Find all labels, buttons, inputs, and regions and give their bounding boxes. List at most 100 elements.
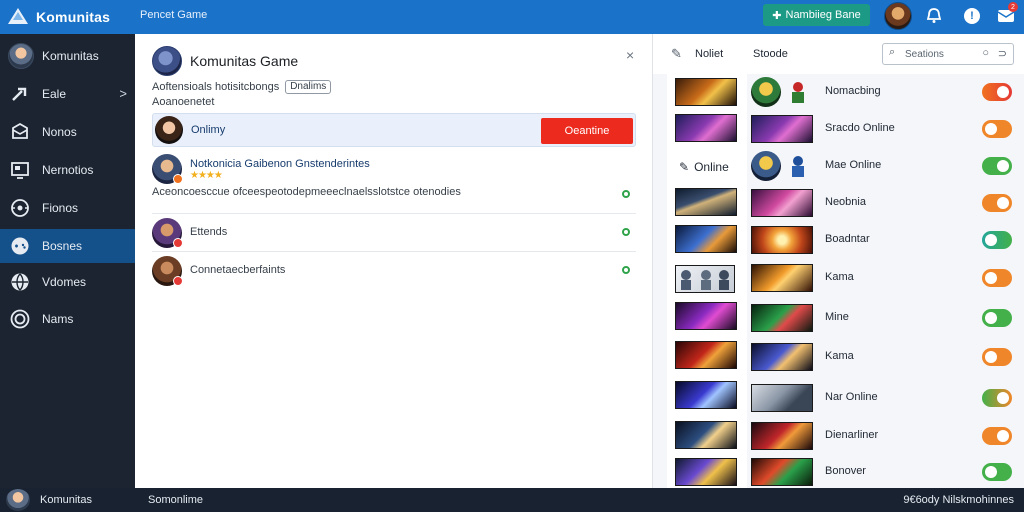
toggle-switch[interactable] [982,309,1012,327]
list-item[interactable]: Kama [749,260,1024,296]
list-item[interactable]: Sracdo Online [749,111,1024,147]
sidebar-item-nams[interactable]: Nams [0,302,135,336]
toggle-knob [997,430,1009,442]
list-item[interactable]: Mine [749,300,1024,336]
feed-item[interactable]: Connetaecberfaints [152,254,636,290]
sidebar-item-vdomes[interactable]: Vdomes [0,265,135,299]
toggle-switch[interactable] [982,120,1012,138]
right-panel-header: ✎ Noliet Stoode ⌕ Seations ○ ⊃ [653,34,1024,74]
sidebar-item-nonos[interactable]: Nonos [0,115,135,149]
sidebar-item-nernotios[interactable]: Nernotios [0,153,135,187]
feed-item[interactable]: Notkonicia Gaibenon Gnstenderintes ★★★★ … [152,152,636,214]
rating-stars: ★★★★ [190,170,223,181]
description-sub: Aoanoenetet [152,96,215,108]
app-title: Komunitas [36,9,111,25]
game-thumbnail[interactable] [675,421,737,449]
info-icon[interactable]: ! [962,6,982,26]
game-thumbnail[interactable] [675,458,737,486]
sidebar-item-fionos[interactable]: Fionos [0,191,135,225]
feed-item[interactable]: Ettends [152,216,636,252]
list-item-label: Mae Online [825,159,882,171]
list-item-label: Nomacbing [825,85,881,97]
sidebar-item-komunitas[interactable]: Komunitas [0,39,135,73]
toggle-switch[interactable] [982,389,1012,407]
list-item-label: Sracdo Online [825,122,895,134]
status-user[interactable]: Komunitas [6,489,92,511]
status-badge [173,238,183,248]
edit-icon[interactable]: ✎ [671,46,682,62]
game-thumbnail [751,343,813,371]
gamepad-icon [8,234,32,258]
avatar [751,77,781,107]
game-thumbnail[interactable] [675,78,737,106]
game-thumbnail [751,422,813,450]
toggle-knob [985,312,997,324]
messages-icon[interactable]: 2 [996,2,1018,26]
feed-title[interactable]: Ettends [190,226,227,238]
toggle-switch[interactable] [982,157,1012,175]
status-dot-icon [622,190,630,198]
list-item[interactable]: Boadntar [749,222,1024,258]
sidebar-item-bosnes[interactable]: Bosnes [0,229,135,263]
user-avatar[interactable] [884,2,912,30]
description-chip[interactable]: Dnalims [285,80,332,94]
list-item[interactable]: Nar Online [749,380,1024,416]
game-thumbnail[interactable] [675,265,735,293]
column-header[interactable]: Noliet [695,48,723,60]
toggle-knob [985,123,997,135]
filter-icon[interactable]: ⊃ [998,47,1007,60]
sidebar-item-label: Nams [42,312,74,326]
toggle-switch[interactable] [982,231,1012,249]
notification-icon[interactable] [924,6,944,26]
feed-title[interactable]: Connetaecberfaints [190,264,285,276]
toggle-switch[interactable] [982,463,1012,481]
sidebar-item-label: Eale [42,87,67,101]
game-thumbnail[interactable] [675,114,737,142]
game-thumbnail[interactable] [675,302,737,330]
list-item[interactable]: Nomacbing [749,74,1024,110]
online-section-label: ✎ Online [679,160,729,174]
brand[interactable]: Komunitas [6,4,110,30]
toggle-knob [997,197,1009,209]
list-item[interactable]: Mae Online [749,148,1024,184]
toggle-switch[interactable] [982,83,1012,101]
game-thumbnail [751,304,813,332]
list-item-label: Kama [825,350,854,362]
plus-icon: ✚ [772,9,782,22]
online-action-button[interactable]: Oeantine [541,118,633,144]
game-thumbnail [751,384,813,412]
game-thumbnail[interactable] [675,381,737,409]
arrow-icon [8,82,32,106]
list-item[interactable]: Kama [749,339,1024,375]
toggle-knob [997,86,1009,98]
list-item[interactable]: Bonover [749,454,1024,490]
toggle-knob [985,466,997,478]
toggle-switch[interactable] [982,348,1012,366]
search-input[interactable]: ⌕ Seations ○ ⊃ [882,43,1014,65]
toggle-switch[interactable] [982,427,1012,445]
feed-title[interactable]: Notkonicia Gaibenon Gnstenderintes [190,158,370,170]
search-icon[interactable]: ○ [982,47,989,59]
column-header[interactable]: Stoode [753,48,788,60]
toggle-switch[interactable] [982,269,1012,287]
status-badge [173,276,183,286]
toggle-switch[interactable] [982,194,1012,212]
sidebar-item-eale[interactable]: Eale > [0,77,135,111]
game-thumbnail [751,115,813,143]
game-thumbnail[interactable] [675,225,737,253]
list-item[interactable]: Dienarliner [749,418,1024,454]
status-user-label: Komunitas [40,494,92,506]
list-item-label: Dienarliner [825,429,879,441]
feed-body: Aceoncoesccue ofceespeotodepmeeeclnaelss… [152,186,461,198]
game-thumbnail[interactable] [675,341,737,369]
status-info: 9€6ody Nilskmohinnes [903,494,1014,506]
game-thumbnail[interactable] [675,188,737,216]
search-icon: ⌕ [889,46,896,58]
list-item[interactable]: Neobnia [749,185,1024,221]
top-action-button[interactable]: ✚ Nambiieg Bane [763,4,870,26]
target-icon [8,307,32,331]
app-logo-icon [8,8,28,24]
globe-icon [8,270,32,294]
toggle-knob [985,351,997,363]
close-icon[interactable]: × [626,47,634,63]
